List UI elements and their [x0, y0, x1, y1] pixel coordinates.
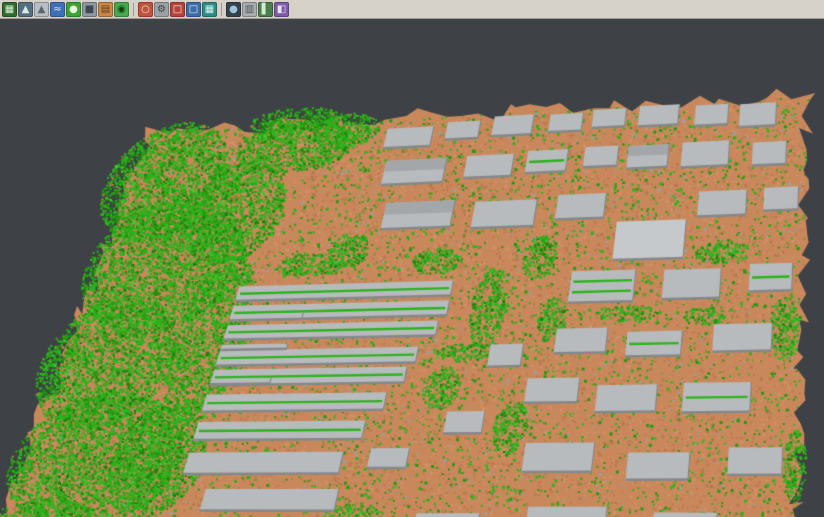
viewport-3d-canvas[interactable]: [0, 0, 824, 517]
water-icon[interactable]: ≈: [50, 2, 65, 17]
globe-icon[interactable]: ●: [226, 2, 241, 17]
settings-icon[interactable]: ⚙: [154, 2, 169, 17]
layers-icon[interactable]: ▥: [242, 2, 257, 17]
building-icon[interactable]: ■: [82, 2, 97, 17]
select-region-icon[interactable]: □: [186, 2, 201, 17]
vegetation-icon[interactable]: ●: [66, 2, 81, 17]
mesh-icon[interactable]: ▲: [18, 2, 33, 17]
toolbar-separator: [221, 3, 222, 16]
ground-icon[interactable]: ▤: [98, 2, 113, 17]
clip-box-icon[interactable]: □: [170, 2, 185, 17]
unclassified-icon[interactable]: ○: [138, 2, 153, 17]
classify-icon[interactable]: ◉: [114, 2, 129, 17]
application-window: ▦▲▲≈●■▤◉○⚙□□▦●▥▌◧: [0, 0, 824, 517]
point-cloud-icon[interactable]: ▦: [2, 2, 17, 17]
histogram-icon[interactable]: ▌: [258, 2, 273, 17]
terrain-icon[interactable]: ▲: [34, 2, 49, 17]
palette-icon[interactable]: ◧: [274, 2, 289, 17]
toolbar-separator: [133, 3, 134, 16]
grid-icon[interactable]: ▦: [202, 2, 217, 17]
toolbar: ▦▲▲≈●■▤◉○⚙□□▦●▥▌◧: [0, 0, 824, 19]
